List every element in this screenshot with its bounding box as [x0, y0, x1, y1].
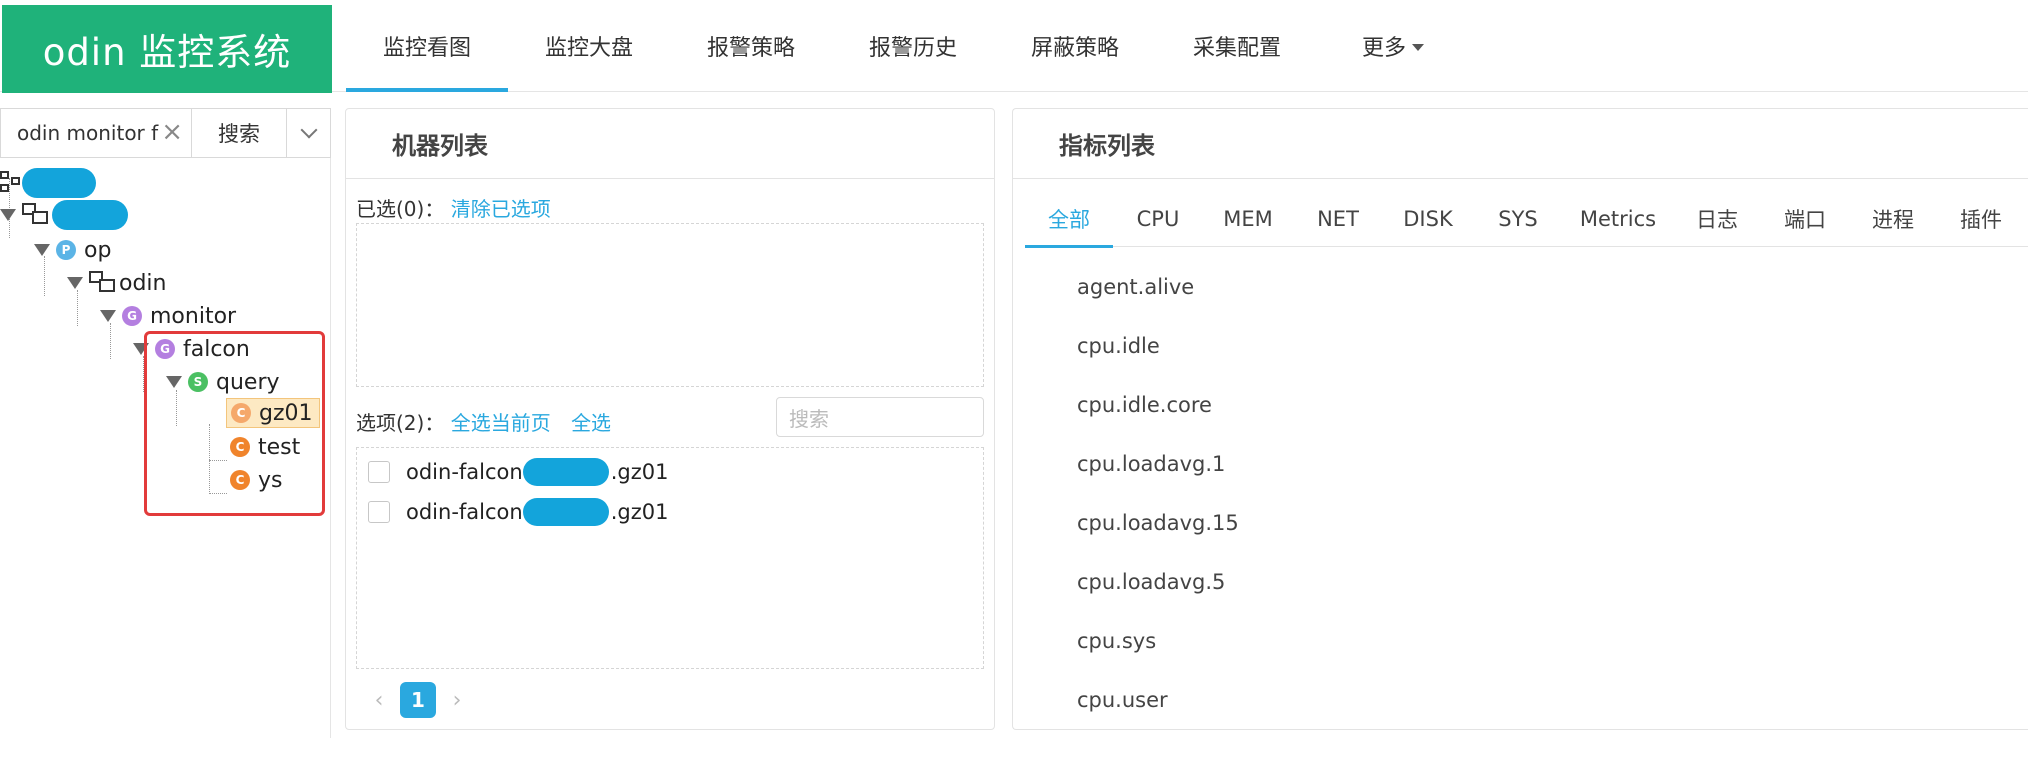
tree-search-button[interactable]: 搜索 [192, 109, 287, 157]
machine-name-suffix: .gz01 [610, 500, 669, 524]
machine-list-title: 机器列表 [346, 109, 994, 179]
group-badge-icon: G [122, 306, 142, 326]
collapse-icon [0, 209, 16, 221]
collapse-icon [67, 277, 83, 289]
tree-node-level1[interactable] [0, 200, 128, 230]
annotation-highlight-box [144, 331, 325, 516]
tree-node-label: odin [119, 270, 167, 296]
caret-down-icon [1412, 43, 1424, 51]
nav-mute-policy[interactable]: 屏蔽策略 [994, 0, 1156, 92]
options-label-row: 选项(2)： 全选当前页 全选 [356, 407, 611, 436]
tab-disk[interactable]: DISK [1383, 191, 1473, 247]
metric-list-panel: 指标列表 全部 CPU MEM NET DISK SYS Metrics 日志 … [1012, 108, 2028, 730]
metric-item[interactable]: cpu.idle [1077, 334, 1160, 358]
top-header: odin 监控系统 监控看图 监控大盘 报警策略 报警历史 屏蔽策略 采集配置 … [0, 0, 2028, 93]
main-nav: 监控看图 监控大盘 报警策略 报警历史 屏蔽策略 采集配置 更多 [346, 0, 1468, 92]
collapse-icon [34, 244, 50, 256]
product-badge-icon: P [56, 240, 76, 260]
tab-sys[interactable]: SYS [1473, 191, 1563, 247]
metric-item[interactable]: cpu.loadavg.15 [1077, 511, 1239, 535]
metric-item[interactable]: cpu.loadavg.1 [1077, 452, 1225, 476]
chevron-right-icon[interactable]: › [444, 688, 470, 713]
metric-item[interactable]: cpu.sys [1077, 629, 1156, 653]
machine-name-prefix: odin-falcon [406, 500, 523, 524]
nav-collect-config[interactable]: 采集配置 [1156, 0, 1318, 92]
tree-node-monitor[interactable]: G monitor [100, 301, 236, 331]
options-count-label: 选项(2)： [356, 411, 445, 435]
nav-dashboard-view[interactable]: 监控看图 [346, 0, 508, 92]
tab-cpu[interactable]: CPU [1113, 191, 1203, 247]
machine-name-suffix: .gz01 [610, 460, 669, 484]
tab-process[interactable]: 进程 [1849, 191, 1937, 247]
metric-item[interactable]: cpu.user [1077, 688, 1168, 712]
tab-ports[interactable]: 端口 [1761, 191, 1849, 247]
host-group-icon [22, 203, 48, 227]
machine-checkbox[interactable] [368, 501, 390, 523]
machine-row[interactable]: odin-falcon .gz01 [368, 457, 668, 487]
tab-mem[interactable]: MEM [1203, 191, 1293, 247]
selected-label-row: 已选(0)： 清除已选项 [356, 193, 551, 222]
redacted-label [52, 200, 128, 230]
tree-node-root[interactable] [0, 168, 96, 198]
nav-big-screen[interactable]: 监控大盘 [508, 0, 670, 92]
selected-items-box [356, 223, 984, 387]
machine-search-input[interactable]: 搜索 [776, 397, 984, 437]
selected-count-label: 已选(0)： [356, 197, 445, 221]
select-page-link[interactable]: 全选当前页 [451, 411, 551, 435]
close-icon[interactable]: × [159, 119, 183, 145]
tab-logs[interactable]: 日志 [1673, 191, 1761, 247]
pagination: ‹ 1 › [366, 682, 470, 718]
clear-selected-link[interactable]: 清除已选项 [451, 197, 551, 221]
redacted-label [522, 498, 609, 526]
select-all-link[interactable]: 全选 [571, 411, 611, 435]
nav-alert-history[interactable]: 报警历史 [832, 0, 994, 92]
tree-search-value: odin monitor f [17, 121, 159, 145]
tab-net[interactable]: NET [1293, 191, 1383, 247]
tree-node-op[interactable]: P op [34, 235, 111, 265]
page-current[interactable]: 1 [400, 682, 436, 718]
metric-list-title: 指标列表 [1013, 109, 2028, 179]
tree-node-label: op [84, 237, 112, 263]
nav-alert-policy[interactable]: 报警策略 [670, 0, 832, 92]
tree-node-odin[interactable]: odin [67, 268, 166, 298]
metric-item[interactable]: cpu.loadavg.5 [1077, 570, 1225, 594]
nav-more-menu[interactable]: 更多 [1318, 0, 1468, 92]
metric-item[interactable]: cpu.idle.core [1077, 393, 1212, 417]
collapse-icon [100, 310, 116, 322]
machine-list-panel: 机器列表 已选(0)： 清除已选项 选项(2)： 全选当前页 全选 搜索 odi… [345, 108, 995, 730]
tree-dropdown-button[interactable] [287, 109, 330, 157]
machine-name-prefix: odin-falcon [406, 460, 523, 484]
chevron-down-icon [300, 121, 317, 139]
network-icon [0, 171, 22, 195]
host-group-icon [89, 271, 115, 295]
machine-row[interactable]: odin-falcon .gz01 [368, 497, 668, 527]
chevron-left-icon[interactable]: ‹ [366, 688, 392, 713]
tree-search-input[interactable]: odin monitor f × [1, 109, 192, 157]
tab-all[interactable]: 全部 [1025, 191, 1113, 248]
metric-tabs: 全部 CPU MEM NET DISK SYS Metrics 日志 端口 进程… [1025, 191, 2028, 248]
nav-more-label: 更多 [1361, 36, 1406, 61]
redacted-label [522, 458, 609, 486]
tab-metrics[interactable]: Metrics [1563, 191, 1673, 247]
app-logo[interactable]: odin 监控系统 [2, 5, 332, 93]
metric-item[interactable]: agent.alive [1077, 275, 1194, 299]
tree-search-bar: odin monitor f × 搜索 [0, 108, 331, 158]
tree-node-label: monitor [150, 303, 237, 329]
tab-plugins[interactable]: 插件 [1937, 191, 2025, 247]
redacted-label [22, 168, 96, 198]
machine-checkbox[interactable] [368, 461, 390, 483]
